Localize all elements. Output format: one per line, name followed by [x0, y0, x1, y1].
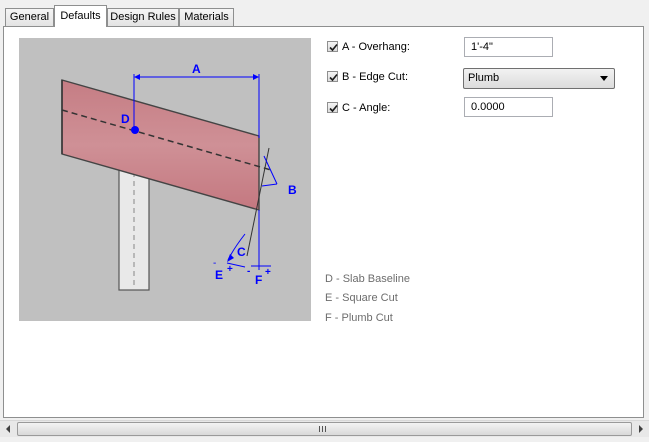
chevron-down-icon — [600, 76, 608, 81]
dim-b-line-1 — [263, 155, 278, 185]
grip-icon — [319, 426, 326, 432]
edge-cut-select[interactable]: Plumb — [463, 68, 615, 89]
point-d-label: D — [121, 112, 130, 126]
dim-a-arrow-left — [134, 74, 140, 80]
overhang-checkbox[interactable] — [327, 41, 338, 52]
tab-design-rules[interactable]: Design Rules — [107, 8, 179, 26]
dim-b-label: B — [288, 183, 297, 197]
tab-strip: General Defaults Design Rules Materials — [0, 0, 649, 27]
legend-slab-baseline: D - Slab Baseline — [325, 273, 410, 285]
angle-checkbox[interactable] — [327, 102, 338, 113]
dim-b-line-2 — [261, 183, 278, 187]
square-cut-arrow — [227, 254, 234, 262]
tab-defaults[interactable]: Defaults — [54, 5, 107, 27]
angle-label: C - Angle: — [342, 102, 391, 114]
checkmark-icon — [329, 104, 338, 113]
f-plus-sign: + — [265, 267, 271, 278]
dim-a-label: A — [192, 62, 201, 76]
horizontal-scrollbar[interactable] — [0, 420, 649, 437]
overhang-label: A - Overhang: — [342, 41, 410, 53]
tab-general[interactable]: General — [5, 8, 54, 26]
tab-label: Defaults — [60, 10, 101, 22]
checkmark-icon — [329, 43, 338, 52]
tab-label: Materials — [184, 11, 229, 23]
legend-plumb-cut: F - Plumb Cut — [325, 312, 393, 324]
tab-label: Design Rules — [110, 11, 176, 23]
edge-cut-checkbox[interactable] — [327, 71, 338, 82]
overhang-input[interactable] — [464, 37, 553, 57]
edge-cut-value: Plumb — [468, 72, 500, 84]
angle-input[interactable] — [464, 97, 553, 117]
f-minus-sign: - — [247, 266, 250, 277]
dim-c-label: C — [237, 245, 246, 259]
arrow-right-icon — [639, 425, 643, 433]
diagram-canvas: A D B C - + E - + F — [61, 62, 297, 291]
checkmark-icon — [329, 73, 338, 82]
e-plus-sign: + — [227, 264, 233, 275]
edge-cut-label: B - Edge Cut: — [342, 71, 409, 83]
dim-e-label: E — [215, 268, 223, 282]
scroll-right-button[interactable] — [632, 421, 649, 437]
scroll-left-button[interactable] — [0, 421, 17, 437]
arrow-left-icon — [6, 425, 10, 433]
dim-a-arrow-right — [253, 74, 259, 80]
tab-label: General — [9, 11, 50, 23]
roof-overhang-diagram: A D B C - + E - + F — [19, 38, 311, 321]
tab-materials[interactable]: Materials — [179, 8, 234, 26]
point-d-marker — [131, 126, 139, 134]
rafter-shape — [61, 79, 260, 211]
legend-square-cut: E - Square Cut — [325, 292, 398, 304]
dim-f-label: F — [255, 273, 262, 287]
scrollbar-thumb[interactable] — [17, 422, 632, 436]
